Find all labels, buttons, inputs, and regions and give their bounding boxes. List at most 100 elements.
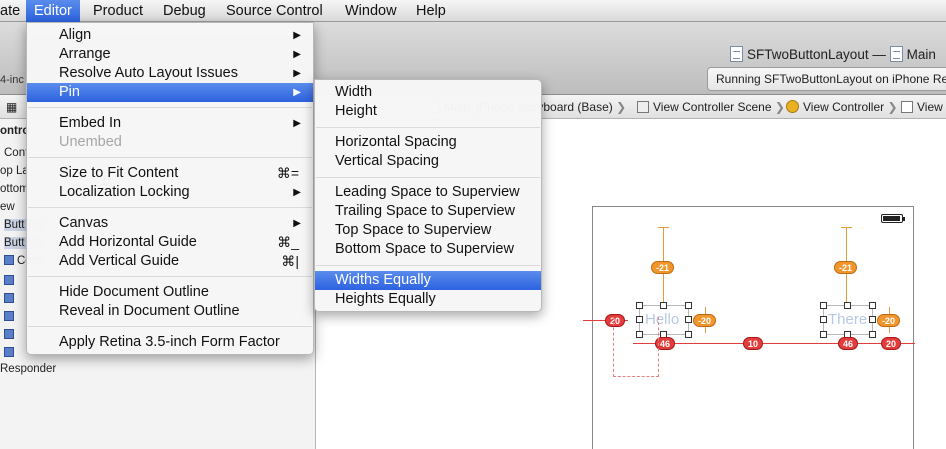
menu-help[interactable]: Help bbox=[408, 0, 454, 22]
menu-item-size-to-fit[interactable]: Size to Fit Content ⌘= bbox=[27, 164, 313, 183]
outline-row[interactable]: Cont bbox=[4, 147, 28, 159]
resize-handle[interactable] bbox=[820, 302, 827, 309]
jumpbar-view[interactable]: View bbox=[901, 100, 943, 114]
storyboard-file-icon bbox=[889, 46, 903, 62]
resize-handle[interactable] bbox=[820, 316, 827, 323]
outline-row[interactable]: op La bbox=[0, 165, 29, 177]
resize-handle[interactable] bbox=[869, 302, 876, 309]
menu-item-label: Size to Fit Content bbox=[59, 165, 179, 181]
menu-separator bbox=[28, 157, 312, 158]
jumpbar-scene-label: View Controller Scene bbox=[653, 100, 772, 114]
top-space-badge[interactable]: -21 bbox=[651, 261, 675, 274]
menu-product[interactable]: Product bbox=[85, 0, 151, 22]
menu-item-label: Pin bbox=[59, 84, 80, 100]
menu-item-heights-equally[interactable]: Heights Equally bbox=[315, 290, 541, 309]
menu-source-control[interactable]: Source Control bbox=[218, 0, 331, 22]
window-title: SFTwoButtonLayout — Main bbox=[730, 46, 936, 66]
menu-item-label: Unembed bbox=[59, 134, 122, 150]
menu-item-widths-equally[interactable]: Widths Equally bbox=[315, 271, 541, 290]
menu-item-label: Resolve Auto Layout Issues bbox=[59, 65, 238, 81]
constraints-icon bbox=[4, 255, 14, 265]
constraint-cap bbox=[841, 227, 852, 228]
jumpbar-controller[interactable]: View Controller ❯ bbox=[786, 100, 898, 114]
menu-item-height[interactable]: Height bbox=[315, 102, 541, 121]
scheme-label[interactable]: 4-inc bbox=[0, 74, 24, 86]
menu-window[interactable]: Window bbox=[337, 0, 405, 22]
outline-row[interactable] bbox=[4, 347, 17, 359]
outline-row[interactable] bbox=[4, 275, 17, 287]
menu-item-label: Apply Retina 3.5-inch Form Factor bbox=[59, 334, 280, 350]
resize-handle[interactable] bbox=[685, 302, 692, 309]
there-button[interactable]: There bbox=[828, 311, 867, 328]
menu-item-localization-locking[interactable]: Localization Locking ▶ bbox=[27, 183, 313, 202]
outline-row[interactable] bbox=[4, 329, 17, 341]
outline-row-first-responder[interactable]: Responder bbox=[0, 363, 56, 375]
menu-item-reveal-in-document-outline[interactable]: Reveal in Document Outline bbox=[27, 302, 313, 321]
spacing-badge[interactable]: 10 bbox=[743, 337, 764, 350]
menu-item-arrange[interactable]: Arrange ▶ bbox=[27, 45, 313, 64]
top-space-badge[interactable]: -21 bbox=[834, 261, 858, 274]
menu-item-horizontal-spacing[interactable]: Horizontal Spacing bbox=[315, 133, 541, 152]
trailing-space-badge-red[interactable]: 20 bbox=[881, 337, 902, 350]
menu-item-label: Reveal in Document Outline bbox=[59, 303, 240, 319]
menu-separator bbox=[316, 265, 540, 266]
jumpbar-controller-label: View Controller bbox=[803, 100, 885, 114]
menu-item-align[interactable]: Align ▶ bbox=[27, 26, 313, 45]
menu-separator bbox=[28, 276, 312, 277]
menu-item-width[interactable]: Width bbox=[315, 83, 541, 102]
menu-item-add-vertical-guide[interactable]: Add Vertical Guide ⌘| bbox=[27, 252, 313, 271]
menu-item-pin[interactable]: Pin ▶ bbox=[27, 83, 313, 102]
menu-item-label: Add Vertical Guide bbox=[59, 253, 180, 269]
submenu-arrow-icon: ▶ bbox=[293, 118, 301, 129]
resize-handle[interactable] bbox=[636, 302, 643, 309]
menu-shortcut: ⌘_ bbox=[277, 234, 299, 250]
outline-row[interactable] bbox=[4, 293, 17, 305]
scene-icon bbox=[637, 101, 649, 113]
menu-create[interactable]: ate bbox=[0, 0, 28, 22]
trailing-space-badge[interactable]: -20 bbox=[693, 314, 717, 327]
trailing-space-badge[interactable]: -20 bbox=[877, 314, 901, 327]
activity-status: Running SFTwoButtonLayout on iPhone Reti… bbox=[707, 67, 946, 91]
menu-item-label: Align bbox=[59, 27, 92, 43]
resize-handle[interactable] bbox=[869, 331, 876, 338]
resize-handle[interactable] bbox=[820, 331, 827, 338]
outline-row[interactable]: ew bbox=[0, 201, 15, 213]
project-title: SFTwoButtonLayout bbox=[747, 47, 869, 62]
submenu-arrow-icon: ▶ bbox=[293, 68, 301, 79]
jumpbar-scene[interactable]: View Controller Scene ❯ bbox=[637, 100, 785, 114]
constraint-cap bbox=[658, 227, 669, 228]
menu-item-trailing-space[interactable]: Trailing Space to Superview bbox=[315, 202, 541, 221]
menu-item-resolve-auto-layout[interactable]: Resolve Auto Layout Issues ▶ bbox=[27, 64, 313, 83]
menu-item-hide-document-outline[interactable]: Hide Document Outline bbox=[27, 283, 313, 302]
menu-item-add-horizontal-guide[interactable]: Add Horizontal Guide ⌘_ bbox=[27, 233, 313, 252]
outline-row[interactable]: ottom bbox=[0, 183, 29, 195]
menu-debug[interactable]: Debug bbox=[155, 0, 214, 22]
resize-handle[interactable] bbox=[844, 302, 851, 309]
menu-item-embed-in[interactable]: Embed In ▶ bbox=[27, 114, 313, 133]
menu-separator bbox=[316, 127, 540, 128]
outline-row[interactable]: ontro bbox=[0, 125, 29, 137]
pin-submenu: Width Height Horizontal Spacing Vertical… bbox=[314, 79, 542, 312]
menu-item-vertical-spacing[interactable]: Vertical Spacing bbox=[315, 152, 541, 171]
menu-editor[interactable]: Editor bbox=[26, 0, 80, 22]
view-controller-view[interactable]: -21 -21 Hello There -20 -20 20 46 10 46 … bbox=[583, 206, 915, 449]
menu-separator bbox=[28, 326, 312, 327]
submenu-arrow-icon: ▶ bbox=[293, 218, 301, 229]
menu-item-bottom-space[interactable]: Bottom Space to Superview bbox=[315, 240, 541, 259]
menu-shortcut: ⌘| bbox=[281, 253, 299, 269]
related-items-icon[interactable]: ▦ bbox=[6, 100, 17, 114]
resize-handle[interactable] bbox=[685, 331, 692, 338]
menu-item-top-space[interactable]: Top Space to Superview bbox=[315, 221, 541, 240]
outline-row[interactable] bbox=[4, 311, 17, 323]
width-constraint-line[interactable] bbox=[633, 343, 915, 344]
resize-handle[interactable] bbox=[869, 316, 876, 323]
menu-item-label: Canvas bbox=[59, 215, 109, 231]
resize-handle[interactable] bbox=[685, 316, 692, 323]
menu-item-label: Add Horizontal Guide bbox=[59, 234, 197, 250]
constraint-icon bbox=[4, 275, 14, 285]
menu-item-canvas[interactable]: Canvas ▶ bbox=[27, 214, 313, 233]
resize-handle[interactable] bbox=[660, 302, 667, 309]
menu-item-leading-space[interactable]: Leading Space to Superview bbox=[315, 183, 541, 202]
menu-item-apply-retina-form-factor[interactable]: Apply Retina 3.5-inch Form Factor bbox=[27, 333, 313, 352]
width-badge[interactable]: 46 bbox=[838, 337, 859, 350]
